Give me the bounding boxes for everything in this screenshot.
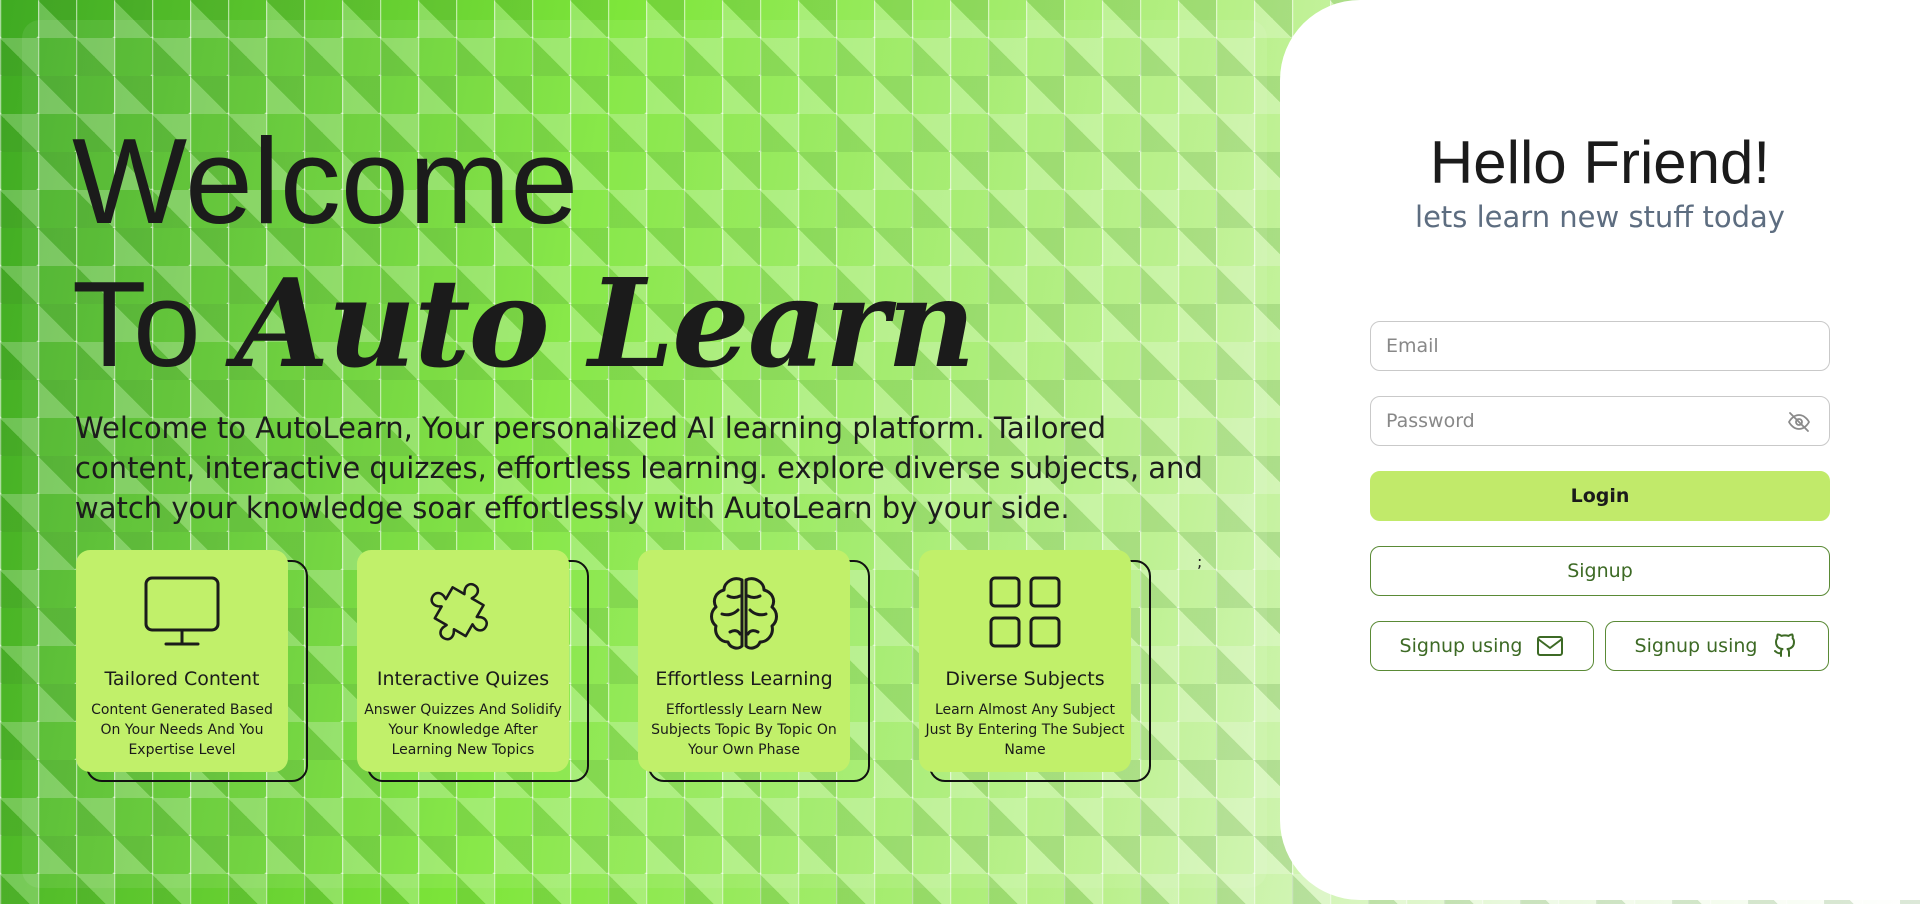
eye-off-icon[interactable] bbox=[1787, 410, 1811, 434]
signup-email-label: Signup using bbox=[1399, 635, 1523, 657]
signup-email-button[interactable]: Signup using bbox=[1370, 621, 1594, 671]
puzzle-icon bbox=[430, 582, 488, 641]
signup-github-label: Signup using bbox=[1634, 635, 1758, 657]
feature-description: Effortlessly Learn New Subjects Topic By… bbox=[651, 702, 837, 758]
feature-card-diverse-subjects: Diverse Subjects Learn Almost Any Subjec… bbox=[919, 550, 1151, 782]
feature-description: Content Generated Based On Your Needs An… bbox=[91, 702, 273, 758]
feature-description: Learn Almost Any Subject Just By Enterin… bbox=[925, 702, 1125, 758]
feature-card-interactive-quizes: Interactive Quizes Answer Quizzes And So… bbox=[357, 550, 589, 782]
feature-title: Effortless Learning bbox=[655, 668, 833, 690]
password-field[interactable] bbox=[1370, 396, 1830, 446]
login-panel: Hello Friend! lets learn new stuff today… bbox=[1280, 0, 1920, 900]
greeting-subtitle: lets learn new stuff today bbox=[1415, 200, 1785, 234]
hero-title-prefix: To bbox=[72, 256, 201, 392]
feature-title: Diverse Subjects bbox=[945, 668, 1105, 690]
feature-card-tailored-content: Tailored Content Content Generated Based… bbox=[76, 550, 308, 782]
github-icon bbox=[1774, 633, 1796, 657]
hero-title-brand: Auto Learn bbox=[234, 251, 976, 395]
feature-card-effortless-learning: Effortless Learning Effortlessly Learn N… bbox=[638, 550, 870, 782]
feature-title: Interactive Quizes bbox=[376, 668, 550, 690]
hero-title-line1: Welcome bbox=[72, 113, 579, 249]
feature-description: Answer Quizzes And Solidify Your Knowled… bbox=[364, 702, 562, 758]
hero-title: Welcome To Auto Learn bbox=[72, 110, 976, 395]
login-button[interactable]: Login bbox=[1370, 471, 1830, 521]
hero-description: Welcome to AutoLearn, Your personalized … bbox=[75, 411, 1203, 525]
monitor-icon bbox=[144, 576, 220, 646]
feature-title: Tailored Content bbox=[104, 668, 260, 690]
brain-icon bbox=[710, 577, 778, 650]
stray-text: ; bbox=[1197, 552, 1203, 571]
signup-github-button[interactable]: Signup using bbox=[1605, 621, 1829, 671]
greeting-title: Hello Friend! bbox=[1429, 129, 1771, 196]
grid-icon bbox=[989, 576, 1061, 648]
email-field[interactable] bbox=[1370, 321, 1830, 371]
signup-button[interactable]: Signup bbox=[1370, 546, 1830, 596]
mail-icon bbox=[1537, 636, 1564, 656]
